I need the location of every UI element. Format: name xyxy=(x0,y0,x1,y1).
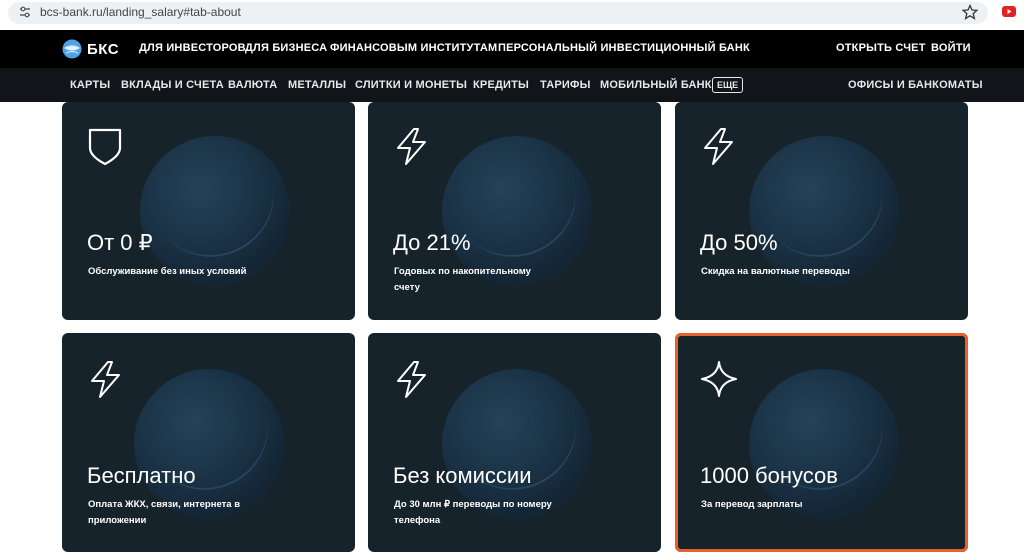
subnav-metals[interactable]: МЕТАЛЛЫ xyxy=(288,79,346,91)
star-icon[interactable] xyxy=(962,4,978,20)
subnav-cards[interactable]: КАРТЫ xyxy=(70,79,110,91)
offices-atms-link[interactable]: ОФИСЫ И БАНКОМАТЫ xyxy=(848,79,983,91)
benefit-description: Скидка на валютные переводы xyxy=(701,266,850,277)
benefit-card-bonuses[interactable]: 1000 бонусов За перевод зарплаты xyxy=(675,333,968,552)
benefit-card-savings-rate: До 21% Годовых по накопительному счету xyxy=(368,102,661,320)
benefit-card-free-service: От 0 ₽ Обслуживание без иных условий xyxy=(62,102,355,320)
browser-address-bar: bcs-bank.ru/landing_salary#tab-about xyxy=(0,0,1024,30)
url-text[interactable]: bcs-bank.ru/landing_salary#tab-about xyxy=(40,5,241,19)
benefit-value: До 21% xyxy=(393,230,471,255)
lightning-icon xyxy=(397,128,426,165)
benefit-value: До 50% xyxy=(700,230,778,255)
benefit-card-free-payments: Бесплатно Оплата ЖКХ, связи, интернета в… xyxy=(62,333,355,552)
globe-logo-icon xyxy=(62,39,82,59)
subnav-bullion-coins[interactable]: СЛИТКИ И МОНЕТЫ xyxy=(355,79,467,91)
lightning-icon xyxy=(91,361,120,398)
bcs-logo[interactable]: БКС xyxy=(62,39,119,59)
sub-navigation: КАРТЫ ВКЛАДЫ И СЧЕТА ВАЛЮТА МЕТАЛЛЫ СЛИТ… xyxy=(0,68,1024,102)
youtube-icon[interactable] xyxy=(1002,6,1016,17)
benefit-description: Годовых по накопительному счету xyxy=(394,266,531,293)
subnav-mobile-bank[interactable]: МОБИЛЬНЫЙ БАНК xyxy=(600,79,712,91)
subnav-currency[interactable]: ВАЛЮТА xyxy=(228,79,277,91)
benefit-card-no-commission: Без комиссии До 30 млн ₽ переводы по ном… xyxy=(368,333,661,552)
benefit-value: Без комиссии xyxy=(393,463,532,488)
logo-text: БКС xyxy=(87,40,120,58)
shield-icon xyxy=(88,128,122,166)
benefit-value: От 0 ₽ xyxy=(87,230,153,255)
nav-for-business[interactable]: ДЛЯ БИЗНЕСА xyxy=(245,42,327,54)
nav-for-investors[interactable]: ДЛЯ ИНВЕСТОРОВ xyxy=(139,42,246,54)
top-navigation: БКС ДЛЯ ИНВЕСТОРОВ ДЛЯ БИЗНЕСА ФИНАНСОВЫ… xyxy=(0,30,1024,68)
benefit-description: Оплата ЖКХ, связи, интернета в приложени… xyxy=(88,499,241,526)
login-link[interactable]: ВОЙТИ xyxy=(931,42,971,54)
benefit-value: 1000 бонусов xyxy=(700,463,838,488)
subnav-credits[interactable]: КРЕДИТЫ xyxy=(473,79,529,91)
tune-icon[interactable] xyxy=(18,5,32,19)
benefit-card-currency-discount: До 50% Скидка на валютные переводы xyxy=(675,102,968,320)
benefit-description: За перевод зарплаты xyxy=(701,499,803,510)
subnav-tariffs[interactable]: ТАРИФЫ xyxy=(540,79,591,91)
nav-personal-investment-bank[interactable]: ПЕРСОНАЛЬНЫЙ ИНВЕСТИЦИОННЫЙ БАНК xyxy=(498,42,750,54)
nav-financial-institutions[interactable]: ФИНАНСОВЫМ ИНСТИТУТАМ xyxy=(330,42,497,54)
more-button[interactable]: ЕЩЕ xyxy=(712,77,744,93)
sparkle-icon xyxy=(701,361,737,397)
benefit-description: До 30 млн ₽ переводы по номеру телефона xyxy=(394,499,552,526)
benefit-description: Обслуживание без иных условий xyxy=(88,266,247,277)
benefits-grid: От 0 ₽ Обслуживание без иных условий До … xyxy=(0,102,1024,552)
lightning-icon xyxy=(397,361,426,398)
open-account-link[interactable]: ОТКРЫТЬ СЧЕТ xyxy=(836,42,926,54)
benefit-value: Бесплатно xyxy=(87,463,196,488)
lightning-icon xyxy=(704,128,733,165)
subnav-deposits[interactable]: ВКЛАДЫ И СЧЕТА xyxy=(121,79,224,91)
